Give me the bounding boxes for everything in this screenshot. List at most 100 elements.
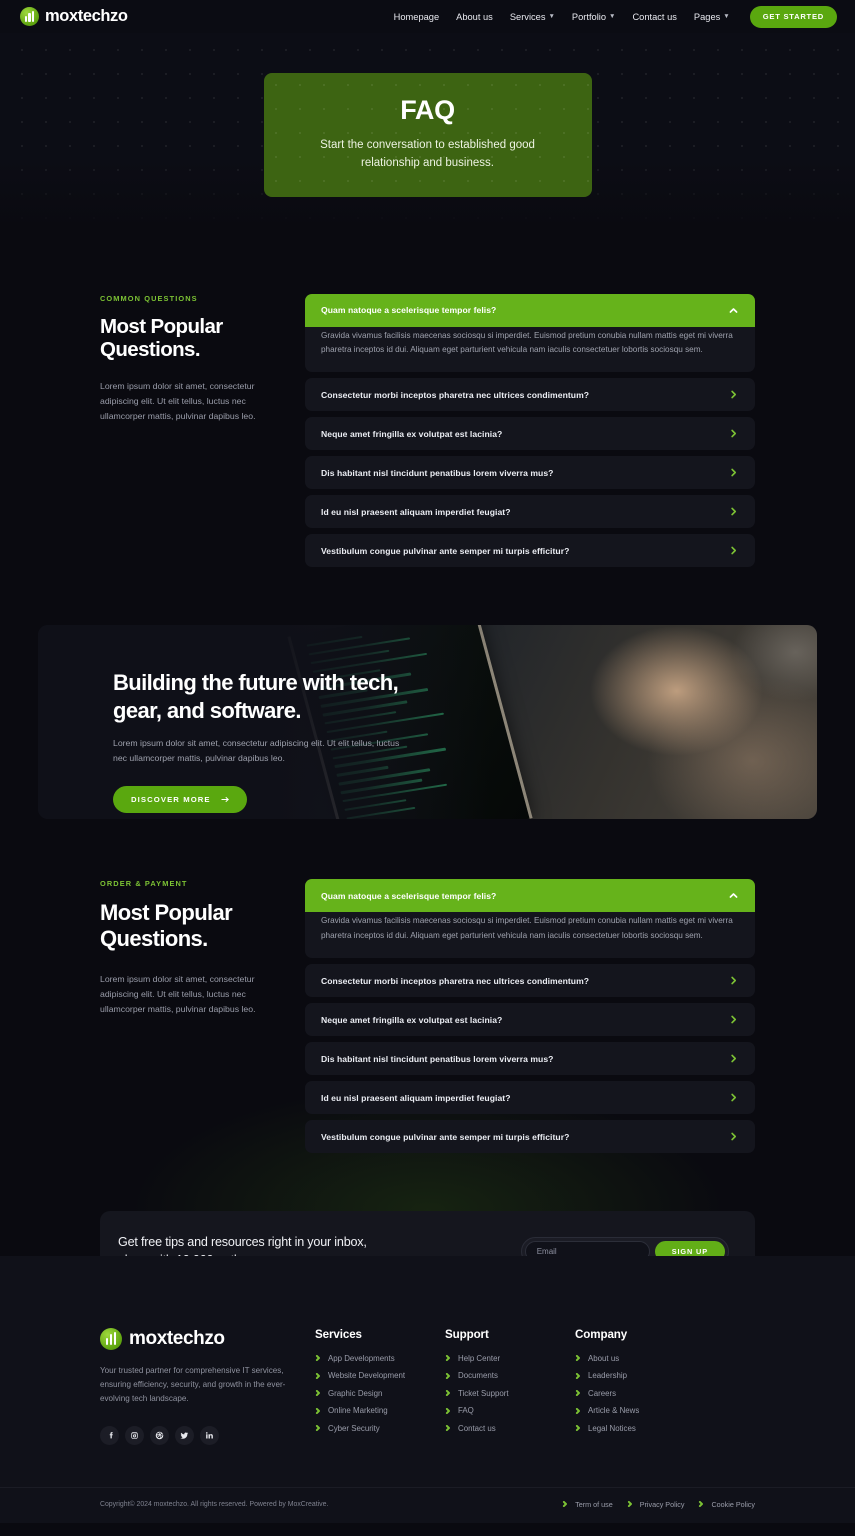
instagram-icon[interactable]: [125, 1425, 144, 1445]
footer-link[interactable]: Help Center: [445, 1354, 575, 1363]
accordion-item: Quam natoque a scelerisque tempor felis?…: [305, 879, 755, 958]
logo-text: moxtechzo: [45, 7, 128, 25]
faq1-accordion: Quam natoque a scelerisque tempor felis?…: [305, 293, 755, 568]
accordion-header[interactable]: Vestibulum congue pulvinar ante semper m…: [305, 534, 755, 568]
accordion-item: Consectetur morbi inceptos pharetra nec …: [305, 378, 755, 412]
accordion-header[interactable]: Id eu nisl praesent aliquam imperdiet fe…: [305, 1081, 755, 1114]
footer-link[interactable]: Leadership: [575, 1371, 730, 1380]
cta-content: Building the future with tech, gear, and …: [38, 625, 817, 813]
accordion-question: Consectetur morbi inceptos pharetra nec …: [321, 975, 590, 986]
footer-link[interactable]: Website Development: [315, 1371, 445, 1380]
nav-item-label: Contact us: [632, 11, 677, 22]
accordion-header[interactable]: Neque amet fringilla ex volutpat est lac…: [305, 417, 755, 451]
footer-link[interactable]: Graphic Design: [315, 1389, 445, 1398]
accordion-header[interactable]: Consectetur morbi inceptos pharetra nec …: [305, 378, 755, 412]
chevron-right-icon: [445, 1407, 450, 1414]
accordion-question: Neque amet fringilla ex volutpat est lac…: [321, 1014, 503, 1025]
chevron-right-icon: [731, 507, 737, 516]
chevron-up-icon: [729, 893, 738, 899]
site-footer: moxtechzo Your trusted partner for compr…: [0, 1255, 855, 1523]
dribbble-icon[interactable]: [150, 1425, 169, 1445]
chevron-right-icon: [731, 390, 737, 399]
nav-item-label: Portfolio: [571, 11, 607, 22]
footer-link[interactable]: Cyber Security: [315, 1424, 445, 1433]
footer-link[interactable]: About us: [575, 1354, 730, 1363]
footer-link[interactable]: Article & News: [575, 1406, 730, 1415]
accordion-answer-text: Gravida vivamus facilisis maecenas socio…: [321, 330, 733, 354]
nav-item-about-us[interactable]: About us: [456, 12, 493, 22]
chevron-right-icon: [315, 1407, 320, 1414]
nav-item-label: Services: [509, 11, 546, 22]
accordion-header[interactable]: Vestibulum congue pulvinar ante semper m…: [305, 1120, 755, 1153]
footer-link[interactable]: Documents: [445, 1371, 575, 1380]
footer-link[interactable]: Careers: [575, 1389, 730, 1398]
page-root: moxtechzo Homepage About us Services ▼ Portf…: [0, 0, 855, 1523]
nav-item-homepage[interactable]: Homepage: [394, 12, 439, 22]
accordion-item: Neque amet fringilla ex volutpat est lac…: [305, 1003, 755, 1036]
accordion-header[interactable]: Quam natoque a scelerisque tempor felis?: [305, 293, 755, 327]
accordion-item: Id eu nisl praesent aliquam imperdiet fe…: [305, 495, 755, 529]
nav-item-contact-us[interactable]: Contact us: [632, 12, 676, 22]
social-links: [100, 1425, 315, 1445]
accordion-item: Vestibulum congue pulvinar ante semper m…: [305, 534, 755, 568]
accordion-header[interactable]: Quam natoque a scelerisque tempor felis?: [305, 879, 755, 913]
footer-column-title: Support: [445, 1327, 489, 1341]
accordion-question: Dis habitant nisl tincidunt penatibus lo…: [321, 1053, 554, 1064]
chevron-right-icon: [575, 1372, 580, 1379]
footer-link[interactable]: Legal Notices: [575, 1424, 730, 1433]
hero-subtitle: Start the conversation to established go…: [320, 139, 535, 169]
legal-link[interactable]: Cookie Policy: [698, 1500, 755, 1509]
legal-link[interactable]: Privacy Policy: [627, 1500, 684, 1509]
footer-link[interactable]: App Developments: [315, 1354, 445, 1363]
chevron-right-icon: [627, 1501, 632, 1508]
footer-link-label: Website Development: [328, 1371, 406, 1380]
nav-item-portfolio[interactable]: Portfolio ▼: [572, 12, 616, 22]
cta-description: Lorem ipsum dolor sit amet, consectetur …: [113, 737, 400, 763]
site-header: moxtechzo Homepage About us Services ▼ Portf…: [0, 0, 855, 33]
accordion-item: Neque amet fringilla ex volutpat est lac…: [305, 417, 755, 451]
accordion-item: Vestibulum congue pulvinar ante semper m…: [305, 1120, 755, 1153]
accordion-header[interactable]: Consectetur morbi inceptos pharetra nec …: [305, 964, 755, 997]
footer-link[interactable]: Contact us: [445, 1424, 575, 1433]
chevron-right-icon: [575, 1407, 580, 1414]
main-nav: Homepage About us Services ▼ Portfolio ▼ Conta…: [394, 5, 837, 28]
footer-link-label: Graphic Design: [328, 1388, 383, 1398]
footer-link-label: Help Center: [458, 1353, 501, 1363]
discover-more-button[interactable]: DISCOVER MORE: [113, 785, 247, 813]
accordion-question: Id eu nisl praesent aliquam imperdiet fe…: [321, 506, 511, 517]
facebook-icon[interactable]: [100, 1425, 119, 1445]
chevron-right-icon: [315, 1425, 320, 1431]
twitter-icon[interactable]: [175, 1425, 194, 1445]
nav-item-services[interactable]: Services ▼: [510, 12, 555, 22]
hero-card: FAQ Start the conversation to establishe…: [263, 73, 592, 197]
facebook-icon-glyph: [109, 1431, 113, 1439]
accordion-answer-text: Gravida vivamus facilisis maecenas socio…: [321, 916, 733, 940]
accordion-header[interactable]: Id eu nisl praesent aliquam imperdiet fe…: [305, 495, 755, 529]
footer-link[interactable]: Ticket Support: [445, 1389, 575, 1398]
chevron-right-icon: [731, 429, 737, 438]
footer-column-services: Services App Developments Website Developm…: [315, 1328, 445, 1445]
footer-link[interactable]: Online Marketing: [315, 1406, 445, 1415]
linkedin-icon[interactable]: [200, 1425, 219, 1445]
accordion-header[interactable]: Dis habitant nisl tincidunt penatibus lo…: [305, 456, 755, 490]
accordion-header[interactable]: Neque amet fringilla ex volutpat est lac…: [305, 1003, 755, 1036]
faq-section-order-payment: ORDER & PAYMENT Most Popular Questions. L…: [0, 879, 855, 1153]
chevron-right-icon: [315, 1372, 320, 1379]
footer-link[interactable]: FAQ: [445, 1406, 575, 1415]
discover-more-label: DISCOVER MORE: [131, 794, 211, 804]
faq1-intro: COMMON QUESTIONS Most Popular Questions. …: [100, 294, 305, 568]
footer-link-label: Online Marketing: [328, 1406, 388, 1415]
legal-link[interactable]: Term of use: [562, 1500, 613, 1509]
logo[interactable]: moxtechzo: [20, 7, 128, 26]
chevron-up-icon: [729, 307, 738, 313]
accordion-item: Consectetur morbi inceptos pharetra nec …: [305, 964, 755, 997]
hero-section: FAQ Start the conversation to establishe…: [0, 33, 855, 197]
footer-brand-column: moxtechzo Your trusted partner for compr…: [100, 1327, 315, 1445]
nav-item-label: Pages: [693, 11, 721, 22]
legal-link-label: Cookie Policy: [711, 1499, 755, 1509]
nav-item-pages[interactable]: Pages ▼: [694, 12, 730, 22]
footer-tagline: Your trusted partner for comprehensive I…: [100, 1365, 286, 1404]
accordion-header[interactable]: Dis habitant nisl tincidunt penatibus lo…: [305, 1042, 755, 1075]
footer-logo[interactable]: moxtechzo: [100, 1327, 315, 1350]
get-started-button[interactable]: GET STARTED: [749, 5, 837, 28]
